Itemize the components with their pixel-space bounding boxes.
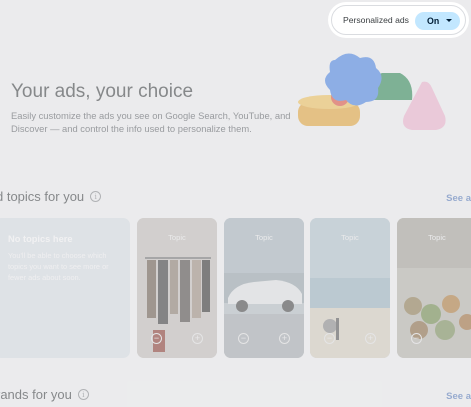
topic-card[interactable]: Topic − + — [310, 218, 390, 358]
caret-down-icon — [446, 19, 452, 22]
minus-icon[interactable]: − — [238, 333, 249, 344]
see-all-brands-link[interactable]: See a — [446, 391, 471, 402]
hero-description: Easily customize the ads you see on Goog… — [11, 110, 291, 134]
minus-icon[interactable]: − — [151, 333, 162, 344]
topic-card[interactable]: Topic − + — [224, 218, 304, 358]
personalized-ads-value: On — [427, 16, 440, 26]
plus-icon[interactable]: + — [365, 333, 376, 344]
blue-blob-shape — [325, 53, 382, 106]
minus-icon[interactable]: − — [411, 333, 422, 344]
hero-illustration — [298, 53, 446, 130]
info-icon[interactable]: i — [90, 191, 102, 202]
plus-icon[interactable]: + — [279, 333, 290, 344]
topic-label: Topic — [168, 233, 186, 242]
brands-section-title: rands for you i — [0, 387, 89, 402]
info-icon[interactable]: i — [77, 389, 89, 400]
topic-label: Topic — [341, 233, 359, 242]
no-topics-heading: No topics here — [8, 234, 73, 244]
personalized-ads-control: Personalized ads On — [331, 5, 466, 35]
minus-icon[interactable]: − — [324, 333, 335, 344]
no-topics-card: No topics here You'll be able to choose … — [0, 218, 130, 358]
topic-card[interactable]: Topic − — [397, 218, 471, 358]
page-title: Your ads, your choice — [11, 81, 194, 102]
personalized-ads-dropdown[interactable]: On — [415, 12, 460, 30]
plus-icon[interactable]: + — [192, 333, 203, 344]
see-all-topics-link[interactable]: See a — [446, 193, 471, 204]
topic-label: Topic — [255, 233, 273, 242]
no-topics-text: You'll be able to choose which topics yo… — [8, 251, 109, 282]
topics-section-title: d topics for you i — [0, 189, 102, 204]
topic-label: Topic — [428, 233, 446, 242]
personalized-ads-label: Personalized ads — [343, 15, 409, 25]
ad-settings-page: Your ads, your choice Easily customize t… — [0, 0, 471, 407]
topic-card[interactable]: Topic − + — [137, 218, 217, 358]
